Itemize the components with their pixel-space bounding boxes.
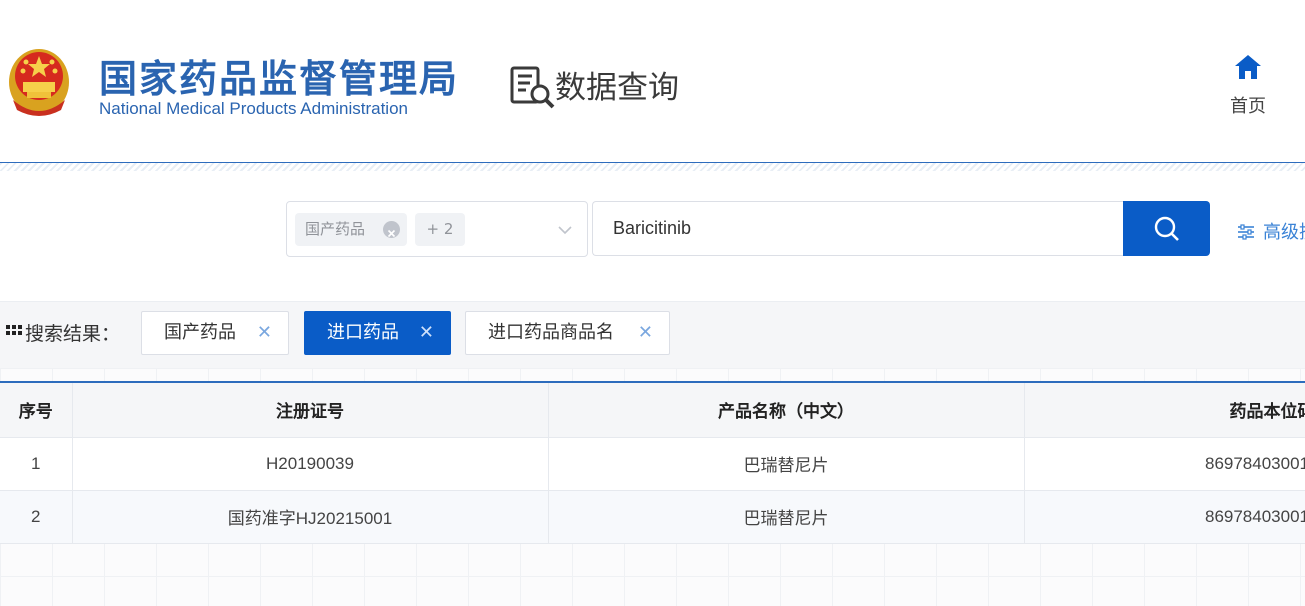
product-name: 巴瑞替尼片: [548, 437, 1025, 491]
close-icon[interactable]: ✕: [638, 312, 653, 354]
row-index: 1: [0, 437, 73, 491]
home-icon: [1235, 55, 1261, 79]
product-name: 巴瑞替尼片: [548, 490, 1025, 544]
org-name-english: National Medical Products Administration: [99, 99, 408, 118]
more-types-count: + 2: [415, 213, 465, 246]
registration-number[interactable]: H20190039: [72, 437, 549, 491]
header-stripe: [0, 163, 1305, 171]
chevron-down-icon: [558, 226, 572, 235]
filter-imported-brand-names[interactable]: 进口药品商品名 ✕: [465, 311, 670, 355]
result-label-text: 搜索结果：: [25, 323, 121, 345]
table-header-row: 序号 注册证号 产品名称（中文） 药品本位码: [0, 383, 1305, 438]
advanced-search-label: 高级搜: [1263, 222, 1305, 243]
search-icon: [1154, 216, 1179, 241]
selected-type-tag: 国产药品: [295, 213, 407, 246]
national-emblem-logo: [9, 49, 69, 116]
home-label: 首页: [1230, 96, 1266, 117]
filter-domestic-drugs[interactable]: 国产药品 ✕: [141, 311, 289, 355]
section-title: 数据查询: [555, 70, 679, 106]
remove-tag-icon[interactable]: [383, 221, 400, 238]
registration-number[interactable]: 国药准字HJ20215001: [72, 490, 549, 544]
home-link[interactable]: 首页: [1222, 54, 1274, 120]
filter-label: 进口药品: [327, 322, 399, 343]
results-table: 序号 注册证号 产品名称（中文） 药品本位码 1 H20190039 巴瑞替尼片…: [0, 383, 1305, 544]
filter-label: 进口药品商品名: [488, 322, 614, 343]
result-filter-bar: 搜索结果： 国产药品 ✕ 进口药品 ✕ 进口药品商品名 ✕: [0, 301, 1305, 368]
column-header-drug-code: 药品本位码: [1024, 383, 1305, 438]
org-name-chinese: 国家药品监督管理局: [99, 57, 460, 101]
filter-label: 国产药品: [164, 322, 236, 343]
result-label: 搜索结果：: [6, 319, 120, 346]
table-row[interactable]: 2 国药准字HJ20215001 巴瑞替尼片 86978403001: [0, 490, 1305, 544]
sliders-icon: [1238, 224, 1254, 240]
drug-code: 86978403001: [1024, 437, 1305, 491]
close-icon[interactable]: ✕: [419, 312, 434, 354]
column-header-index: 序号: [0, 383, 73, 438]
column-header-product-name: 产品名称（中文）: [548, 383, 1025, 438]
database-type-select[interactable]: 国产药品 + 2: [286, 201, 588, 257]
data-query-icon: [510, 66, 555, 109]
search-button[interactable]: [1123, 201, 1210, 256]
table-row[interactable]: 1 H20190039 巴瑞替尼片 86978403001: [0, 437, 1305, 491]
advanced-search-link[interactable]: 高级搜: [1237, 218, 1305, 244]
drug-code: 86978403001: [1024, 490, 1305, 544]
row-index: 2: [0, 490, 73, 544]
selected-type-label: 国产药品: [305, 220, 366, 238]
close-icon[interactable]: ✕: [257, 312, 272, 354]
grid-icon: [6, 325, 22, 335]
site-header: 国家药品监督管理局 National Medical Products Admi…: [0, 0, 1305, 162]
search-input[interactable]: [592, 201, 1124, 256]
filter-imported-drugs[interactable]: 进口药品 ✕: [304, 311, 451, 355]
column-header-registration: 注册证号: [72, 383, 549, 438]
